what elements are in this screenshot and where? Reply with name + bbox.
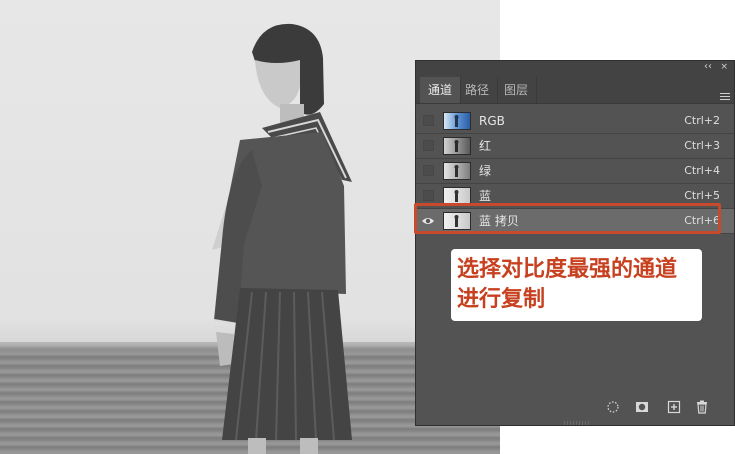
channel-thumbnail bbox=[443, 137, 471, 155]
collapse-icon[interactable]: ‹‹ bbox=[704, 61, 712, 73]
channel-shortcut: Ctrl+2 bbox=[684, 114, 720, 127]
panel-menu-icon[interactable] bbox=[720, 93, 730, 102]
tab-channels[interactable]: 通道 bbox=[420, 77, 462, 103]
trash-icon[interactable] bbox=[695, 400, 709, 414]
panel-tabbar: 通道 路径 图层 bbox=[416, 73, 734, 104]
tutorial-callout: 选择对比度最强的通道 进行复制 bbox=[451, 249, 702, 321]
callout-line-1: 选择对比度最强的通道 bbox=[457, 257, 678, 282]
visibility-toggle[interactable] bbox=[423, 190, 434, 201]
callout-line-2: 进行复制 bbox=[457, 287, 546, 312]
channel-row-red[interactable]: 红 Ctrl+3 bbox=[416, 134, 734, 159]
channel-row-rgb[interactable]: RGB Ctrl+2 bbox=[416, 109, 734, 134]
channel-shortcut: Ctrl+3 bbox=[684, 139, 720, 152]
close-icon[interactable]: × bbox=[720, 61, 728, 73]
visibility-toggle[interactable] bbox=[423, 165, 434, 176]
selection-icon[interactable] bbox=[606, 400, 620, 414]
channel-label: 红 bbox=[479, 139, 492, 153]
channel-row-green[interactable]: 绿 Ctrl+4 bbox=[416, 159, 734, 184]
channel-shortcut: Ctrl+4 bbox=[684, 164, 720, 177]
tab-paths[interactable]: 路径 bbox=[457, 77, 499, 103]
tab-layers[interactable]: 图层 bbox=[496, 77, 538, 103]
panel-title-bar[interactable]: ‹‹ × bbox=[416, 61, 734, 73]
channel-thumbnail bbox=[443, 112, 471, 130]
resize-grip[interactable] bbox=[564, 421, 590, 425]
selected-channel-highlight bbox=[414, 203, 721, 234]
visibility-toggle[interactable] bbox=[423, 140, 434, 151]
panel-footer bbox=[416, 389, 734, 425]
channel-thumbnail bbox=[443, 162, 471, 180]
mask-icon[interactable] bbox=[635, 400, 649, 414]
visibility-toggle[interactable] bbox=[423, 115, 434, 126]
channels-panel: ‹‹ × 通道 路径 图层 RGB Ctrl+2 红 Ctrl+3 绿 Ctrl… bbox=[415, 60, 735, 426]
new-channel-icon[interactable] bbox=[667, 400, 681, 414]
channel-label: 绿 bbox=[479, 164, 492, 178]
channel-label: RGB bbox=[479, 114, 505, 128]
